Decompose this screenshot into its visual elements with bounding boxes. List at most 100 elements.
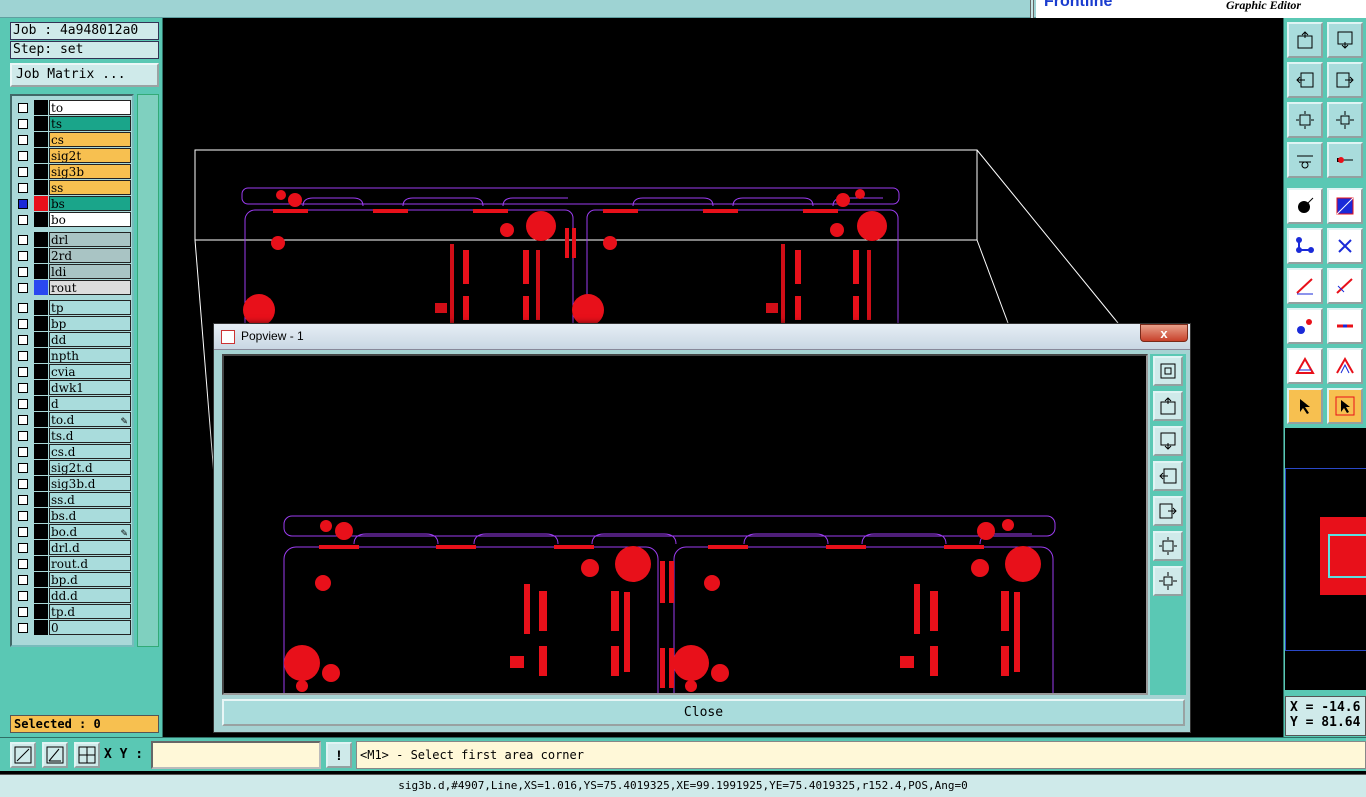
layer-row[interactable]: cvia xyxy=(14,364,131,379)
layer-name[interactable]: ts.d xyxy=(49,428,131,443)
layer-name[interactable]: 2rd xyxy=(49,248,131,263)
pan-right-button[interactable] xyxy=(1327,62,1363,98)
layer-checkbox[interactable] xyxy=(18,199,28,209)
pointer-button[interactable] xyxy=(1287,388,1323,424)
layer-checkbox[interactable] xyxy=(18,399,28,409)
layer-name[interactable]: rout.d xyxy=(49,556,131,571)
layer-row[interactable]: d xyxy=(14,396,131,411)
layer-row[interactable]: dd.d xyxy=(14,588,131,603)
zoom-home-button[interactable] xyxy=(1327,102,1363,138)
layer-row[interactable]: dd xyxy=(14,332,131,347)
angle-mode-button[interactable] xyxy=(42,742,68,768)
popview-zoom-home-button[interactable] xyxy=(1153,566,1183,596)
layer-name[interactable]: rout xyxy=(49,280,131,295)
zoom-out-button[interactable] xyxy=(1327,22,1363,58)
layer-name[interactable]: bs xyxy=(49,196,131,211)
layer-name[interactable]: bo.d ✎ xyxy=(49,524,131,539)
zoom-fit-button[interactable] xyxy=(1287,102,1323,138)
layer-name[interactable]: drl xyxy=(49,232,131,247)
layer-name[interactable]: bp.d xyxy=(49,572,131,587)
select-line-button[interactable] xyxy=(1327,188,1363,224)
layer-name[interactable]: cs xyxy=(49,132,131,147)
layer-name[interactable]: npth xyxy=(49,348,131,363)
layer-checkbox[interactable] xyxy=(18,367,28,377)
layer-name[interactable]: tp xyxy=(49,300,131,315)
layer-checkbox[interactable] xyxy=(18,415,28,425)
layer-name[interactable]: ss xyxy=(49,180,131,195)
layer-row[interactable]: dwk1 xyxy=(14,380,131,395)
job-matrix-button[interactable]: Job Matrix ... xyxy=(10,63,159,87)
select-pad-button[interactable] xyxy=(1287,188,1323,224)
layer-row[interactable]: ts.d xyxy=(14,428,131,443)
layer-checkbox[interactable] xyxy=(18,495,28,505)
layer-checkbox[interactable] xyxy=(18,215,28,225)
layer-list-scrollbar[interactable] xyxy=(137,94,159,647)
draw-line-button[interactable] xyxy=(1287,268,1323,304)
layer-row[interactable]: to.d ✎ xyxy=(14,412,131,427)
popview-pan-right-button[interactable] xyxy=(1153,496,1183,526)
layer-name[interactable]: dd.d xyxy=(49,588,131,603)
layer-row[interactable]: tp.d xyxy=(14,604,131,619)
execute-button[interactable]: ! xyxy=(326,742,352,768)
layer-row[interactable]: sig2t.d xyxy=(14,460,131,475)
layer-name[interactable]: ldi xyxy=(49,264,131,279)
layer-row[interactable]: ldi xyxy=(14,264,131,279)
line-mode-button[interactable] xyxy=(10,742,36,768)
popview-titlebar[interactable]: Popview - 1 x xyxy=(214,324,1190,350)
layer-checkbox[interactable] xyxy=(18,167,28,177)
layer-checkbox[interactable] xyxy=(18,479,28,489)
triangle-button[interactable] xyxy=(1287,348,1323,384)
layer-row[interactable]: bp.d xyxy=(14,572,131,587)
layer-name[interactable]: ts xyxy=(49,116,131,131)
layer-checkbox[interactable] xyxy=(18,591,28,601)
layer-checkbox[interactable] xyxy=(18,251,28,261)
layer-row[interactable]: ss.d xyxy=(14,492,131,507)
xy-input[interactable] xyxy=(151,741,321,769)
layer-checkbox[interactable] xyxy=(18,135,28,145)
layer-row[interactable]: bp xyxy=(14,316,131,331)
layer-checkbox[interactable] xyxy=(18,543,28,553)
layer-row[interactable]: 2rd xyxy=(14,248,131,263)
popview-zoom-fit-button[interactable] xyxy=(1153,531,1183,561)
layer-checkbox[interactable] xyxy=(18,303,28,313)
layer-checkbox[interactable] xyxy=(18,559,28,569)
popview-zoom-out-button[interactable] xyxy=(1153,426,1183,456)
layer-row[interactable]: tp xyxy=(14,300,131,315)
layer-row[interactable]: ss xyxy=(14,180,131,195)
measure-button[interactable] xyxy=(1287,142,1323,178)
layer-row[interactable]: drl xyxy=(14,232,131,247)
layer-name[interactable]: dwk1 xyxy=(49,380,131,395)
layer-checkbox[interactable] xyxy=(18,267,28,277)
popview-canvas[interactable] xyxy=(222,354,1148,695)
layer-checkbox[interactable] xyxy=(18,575,28,585)
layer-row[interactable]: 0 xyxy=(14,620,131,635)
layer-row[interactable]: bo xyxy=(14,212,131,227)
draw-arc-button[interactable] xyxy=(1327,268,1363,304)
layer-name[interactable]: to.d ✎ xyxy=(49,412,131,427)
layer-name[interactable]: dd xyxy=(49,332,131,347)
layer-name[interactable]: sig2t xyxy=(49,148,131,163)
layer-row[interactable]: ts xyxy=(14,116,131,131)
layer-row[interactable]: cs xyxy=(14,132,131,147)
layer-checkbox[interactable] xyxy=(18,383,28,393)
layer-row[interactable]: bs.d xyxy=(14,508,131,523)
triangle-outline-button[interactable] xyxy=(1327,348,1363,384)
popview-restore-view-button[interactable] xyxy=(1153,356,1183,386)
layer-name[interactable]: drl.d xyxy=(49,540,131,555)
layer-checkbox[interactable] xyxy=(18,119,28,129)
grid-mode-button[interactable] xyxy=(74,742,100,768)
layer-row[interactable]: bs xyxy=(14,196,131,211)
layer-name[interactable]: bo xyxy=(49,212,131,227)
layer-name[interactable]: ss.d xyxy=(49,492,131,507)
layer-checkbox[interactable] xyxy=(18,511,28,521)
layer-name[interactable]: sig3b.d xyxy=(49,476,131,491)
layer-checkbox[interactable] xyxy=(18,283,28,293)
layer-row[interactable]: bo.d ✎ xyxy=(14,524,131,539)
layer-row[interactable]: drl.d xyxy=(14,540,131,555)
layer-name[interactable]: 0 xyxy=(49,620,131,635)
layer-row[interactable]: sig3b xyxy=(14,164,131,179)
layer-row[interactable]: npth xyxy=(14,348,131,363)
add-pad-button[interactable] xyxy=(1287,308,1323,344)
layer-row[interactable]: cs.d xyxy=(14,444,131,459)
layer-row[interactable]: sig2t xyxy=(14,148,131,163)
